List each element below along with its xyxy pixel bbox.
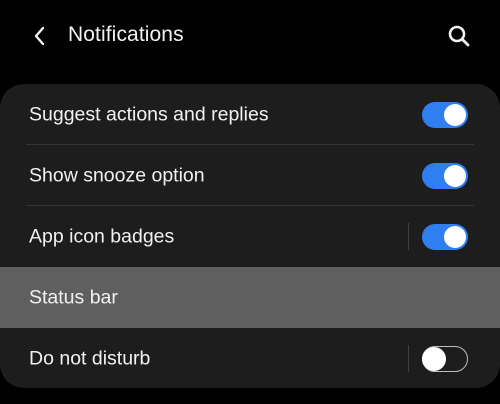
setting-label: Show snooze option	[29, 164, 205, 186]
page-title: Notifications	[68, 23, 184, 46]
setting-row-show-snooze[interactable]: Show snooze option	[0, 145, 500, 206]
vertical-separator	[408, 223, 409, 250]
do-not-disturb-toggle[interactable]	[422, 346, 468, 372]
back-button[interactable]	[24, 20, 56, 52]
vertical-separator	[408, 345, 409, 372]
settings-card: Suggest actions and replies Show snooze …	[0, 84, 500, 388]
toggle-knob	[444, 226, 466, 248]
show-snooze-toggle[interactable]	[422, 163, 468, 189]
toggle-knob	[422, 347, 446, 371]
app-icon-badges-toggle[interactable]	[422, 224, 468, 250]
setting-label: Status bar	[29, 286, 118, 308]
setting-label: App icon badges	[29, 225, 175, 247]
toggle-knob	[444, 104, 466, 126]
toggle-knob	[444, 165, 466, 187]
setting-row-status-bar[interactable]: Status bar	[0, 267, 500, 328]
setting-row-do-not-disturb[interactable]: Do not disturb	[0, 328, 500, 388]
setting-row-app-icon-badges[interactable]: App icon badges	[0, 206, 500, 267]
notifications-settings-screen: Notifications Suggest actions and replie…	[0, 0, 500, 404]
setting-row-suggest-actions[interactable]: Suggest actions and replies	[0, 84, 500, 145]
search-icon	[448, 25, 470, 47]
setting-label: Do not disturb	[29, 347, 151, 369]
app-bar: Notifications	[0, 0, 500, 72]
setting-label: Suggest actions and replies	[29, 103, 269, 125]
search-button[interactable]	[442, 19, 476, 53]
chevron-left-icon	[34, 26, 45, 46]
suggest-actions-toggle[interactable]	[422, 102, 468, 128]
